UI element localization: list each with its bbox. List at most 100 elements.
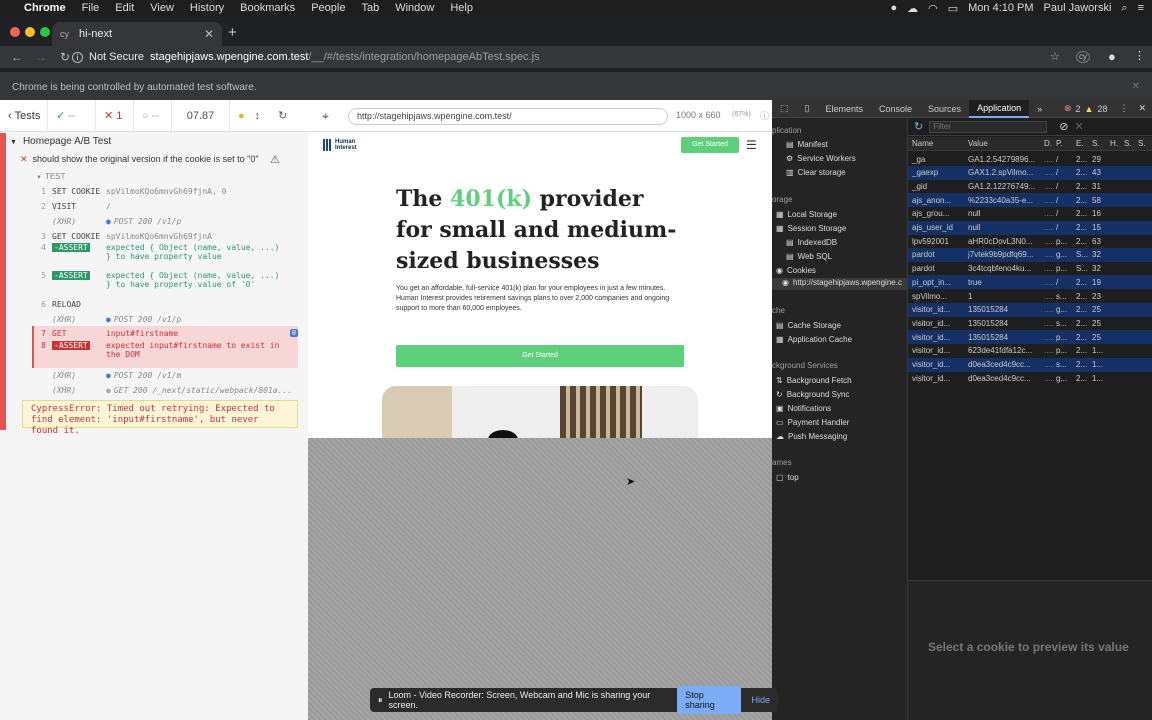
command-row[interactable]: 2 VISIT / xyxy=(34,199,298,213)
sidebar-item-indexeddb[interactable]: ▤ IndexedDB xyxy=(786,238,837,247)
menubar-clock[interactable]: Mon 4:10 PM xyxy=(968,2,1033,14)
search-icon[interactable]: ⌕ xyxy=(1121,2,1127,15)
devtools-menu-icon[interactable]: ⋮ xyxy=(1119,103,1128,114)
col-size[interactable]: S. xyxy=(1090,139,1108,148)
reload-icon[interactable]: ↻ xyxy=(58,50,72,64)
sidebar-item-top-frame[interactable]: ▢ top xyxy=(776,473,799,482)
battery-icon[interactable]: ▭ xyxy=(948,2,958,15)
col-path[interactable]: P. xyxy=(1054,139,1074,148)
col-secure[interactable]: S. xyxy=(1122,139,1136,148)
new-tab-icon[interactable]: + xyxy=(228,24,237,41)
tab-console[interactable]: Console xyxy=(871,100,920,118)
close-tab-icon[interactable]: ✕ xyxy=(204,27,214,41)
device-toolbar-icon[interactable]: ▯ xyxy=(797,100,818,118)
cypress-extension-icon[interactable]: cy xyxy=(1076,51,1090,63)
cookie-row[interactable]: spVilmo... 1.....s... 2... 23 xyxy=(908,289,1152,303)
menu-view[interactable]: View xyxy=(150,2,174,14)
info-circle-icon[interactable]: ⓘ xyxy=(760,109,769,122)
chrome-menu-icon[interactable]: ⋮ xyxy=(1134,49,1145,62)
sidebar-item-background-sync[interactable]: ↻ Background Sync xyxy=(776,390,849,399)
col-domain[interactable]: D. xyxy=(1042,139,1054,148)
delete-selected-icon[interactable]: ✕ xyxy=(1074,120,1083,133)
sidebar-item-cache-storage[interactable]: ▤ Cache Storage xyxy=(776,321,841,330)
bookmark-star-icon[interactable]: ☆ xyxy=(1050,50,1060,63)
close-devtools-icon[interactable]: ✕ xyxy=(1138,103,1146,114)
minimize-window-icon[interactable] xyxy=(25,27,35,37)
menubar-user[interactable]: Paul Jaworski xyxy=(1044,2,1112,14)
selector-playground-icon[interactable]: ⌖ xyxy=(322,109,329,124)
failed-assert-row[interactable]: 8 -ASSERT expected input#firstname to exis… xyxy=(34,341,298,367)
menu-history[interactable]: History xyxy=(190,2,224,14)
sidebar-item-local-storage[interactable]: ▦ Local Storage xyxy=(776,210,837,219)
hide-button[interactable]: Hide xyxy=(751,695,770,705)
human-interest-logo[interactable]: Human Interest xyxy=(323,139,375,151)
close-banner-icon[interactable]: ✕ xyxy=(1132,81,1140,92)
tab-application[interactable]: Application xyxy=(969,99,1030,118)
cookie-row[interactable]: visitor_id... d0ea3ced4c9cc........g... 2.… xyxy=(908,371,1152,385)
menu-help[interactable]: Help xyxy=(450,2,473,14)
assert-row[interactable]: 4 -ASSERT expected { Object (name, value, … xyxy=(34,243,298,269)
menu-app-name[interactable]: Chrome xyxy=(24,2,66,14)
col-name[interactable]: Name xyxy=(908,139,964,148)
close-window-icon[interactable] xyxy=(10,27,20,37)
sidebar-item-cookies[interactable]: ◉ Cookies xyxy=(776,266,816,275)
scroll-icon[interactable]: ↕ xyxy=(253,100,263,132)
header-get-started-button[interactable]: Get Started xyxy=(681,137,739,153)
cookie-row[interactable]: pardot 3c4tcqbfeno4ku........p... S...32 xyxy=(908,262,1152,276)
cookie-row[interactable]: visitor_id... 135015284.....g... 2... 25 xyxy=(908,302,1152,317)
col-httponly[interactable]: H. xyxy=(1108,139,1122,148)
col-samesite[interactable]: S. xyxy=(1136,139,1150,148)
command-row[interactable]: (XHR) ● POST 200 /v1/p xyxy=(34,214,298,228)
test-title[interactable]: ✕ should show the original version if the… xyxy=(20,154,286,165)
command-row[interactable]: 3 GET COOKIE spVilmoKQo6mnvGh69fjnA xyxy=(34,229,298,243)
info-icon[interactable]: i xyxy=(72,51,83,63)
suite-title[interactable]: ▼ Homepage A/B Test xyxy=(10,136,111,147)
pause-icon[interactable]: ⏸ xyxy=(378,695,383,706)
menu-edit[interactable]: Edit xyxy=(115,2,134,14)
stop-sharing-button[interactable]: Stop sharing xyxy=(677,686,742,714)
col-expires[interactable]: E. xyxy=(1074,139,1090,148)
back-icon[interactable]: ← xyxy=(10,50,24,64)
tests-button[interactable]: ‹ Tests xyxy=(0,99,48,132)
cloud-icon[interactable]: ☁ xyxy=(907,2,918,15)
forward-icon[interactable]: → xyxy=(34,50,48,64)
menu-window[interactable]: Window xyxy=(395,2,434,14)
tab-sources[interactable]: Sources xyxy=(920,100,969,118)
cookie-row[interactable]: _gid GA1.2.12276749......../ 2... 31 xyxy=(908,179,1152,193)
cookie-filter-input[interactable] xyxy=(929,120,1048,133)
cookie-row[interactable]: ajs_grou... null...../ 2... 16 xyxy=(908,207,1152,221)
command-row[interactable]: (XHR) ● POST 200 /v1/p xyxy=(34,312,298,326)
cookie-row[interactable]: _ga GA1.2.54279896......../ 2... 29 xyxy=(908,152,1152,166)
command-row[interactable]: 1 SET COOKIE spVilmoKQo6mnvGh69fjnA, 0 xyxy=(34,184,298,198)
sidebar-item-push-messaging[interactable]: ☁ Push Messaging xyxy=(776,432,847,441)
cookie-row[interactable]: visitor_id... d0ea3ced4c9cc........s... 2.… xyxy=(908,357,1152,372)
col-value[interactable]: Value xyxy=(964,139,1042,148)
menu-tab[interactable]: Tab xyxy=(361,2,379,14)
error-count[interactable]: 2 xyxy=(1076,104,1081,114)
cookie-row[interactable]: visitor_id... 623de41fdfa12c........p... 2… xyxy=(908,344,1152,358)
sidebar-item-session-storage[interactable]: ▦ Session Storage xyxy=(776,224,846,233)
menu-bookmarks[interactable]: Bookmarks xyxy=(240,2,295,14)
error-message[interactable]: CypressError: Timed out retrying: Expect… xyxy=(22,400,298,436)
zoom-window-icon[interactable] xyxy=(40,27,50,37)
command-row[interactable]: 6 RELOAD xyxy=(34,297,298,311)
omnibox[interactable]: i Not Secure stagehipjaws.wpengine.com.t… xyxy=(72,47,1072,67)
sidebar-item-manifest[interactable]: ▤ Manifest xyxy=(786,140,828,149)
warning-count[interactable]: 28 xyxy=(1097,104,1107,114)
clear-all-icon[interactable]: ⊘ xyxy=(1059,120,1068,133)
sidebar-item-background-fetch[interactable]: ⇅ Background Fetch xyxy=(776,376,852,385)
menu-file[interactable]: File xyxy=(82,2,100,14)
cookie-row[interactable]: visitor_id... 135015284.....p... 2... 25 xyxy=(908,330,1152,345)
command-row[interactable]: (XHR) ● GET 200 /_next/static/webpack/801a… xyxy=(34,383,298,397)
hero-get-started-button[interactable]: Get Started xyxy=(396,345,684,367)
wifi-icon[interactable]: ◠ xyxy=(928,2,938,15)
list-icon[interactable]: ≡ xyxy=(1138,2,1144,14)
sidebar-item-payment-handler[interactable]: ▭ Payment Handler xyxy=(776,418,849,427)
sidebar-item-application-cache[interactable]: ▦ Application Cache xyxy=(776,335,852,344)
failed-get-row[interactable]: 7 GET input#firstname 0 xyxy=(34,326,298,340)
cookie-row[interactable]: pardot j7vtek9b9pdfq69........g... S...32 xyxy=(908,247,1152,262)
sidebar-item-service-workers[interactable]: ⚙ Service Workers xyxy=(786,154,856,163)
cookie-row[interactable]: ajs_user_id null...../ 2... 15 xyxy=(908,220,1152,235)
command-row[interactable]: (XHR) ● POST 200 /v1/m xyxy=(34,368,298,382)
rerun-icon[interactable]: ↻ xyxy=(270,100,295,132)
